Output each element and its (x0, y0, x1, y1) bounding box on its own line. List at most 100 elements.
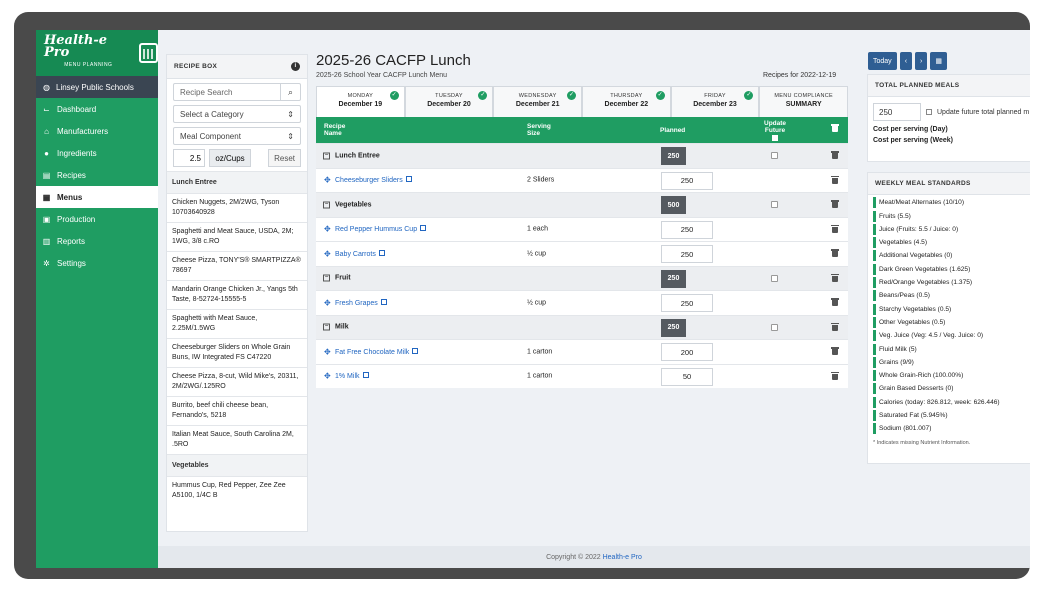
update-future-checkbox[interactable] (771, 274, 778, 282)
reset-button[interactable]: Reset (268, 149, 301, 167)
recipe-link[interactable]: Fresh Grapes (335, 298, 387, 307)
recipe-link[interactable]: 1% Milk (335, 372, 369, 380)
update-future-checkbox[interactable] (771, 152, 778, 159)
page-subtitle: 2025-26 School Year CACFP Lunch Menu (316, 72, 448, 79)
standard-item: Grains (9/9) (873, 356, 1030, 368)
recipe-list-item[interactable]: Italian Meat Sauce, South Carolina 2M, .… (167, 425, 307, 454)
recipe-search-input[interactable]: Recipe Search ⌕ (173, 83, 301, 101)
recipe-list-item[interactable]: Spaghetti and Meat Sauce, USDA, 2M; 1WG,… (167, 222, 307, 251)
planned-input[interactable]: 50 (661, 367, 713, 386)
tab-day-6[interactable]: MENU COMPLIANCE SUMMARY (759, 86, 849, 117)
recipe-link[interactable]: Baby Carrots (335, 249, 385, 258)
recipe-list-item[interactable]: Cheeseburger Sliders on Whole Grain Buns… (167, 338, 307, 367)
trash-icon[interactable] (831, 200, 839, 208)
recipe-list-item[interactable]: Cheese Pizza, 8-cut, Wild Mike's, 20311,… (167, 367, 307, 396)
recipe-link[interactable]: Cheeseburger Sliders (335, 176, 412, 184)
drag-handle-icon[interactable]: ✥ (324, 249, 331, 258)
recipe-link[interactable]: Red Pepper Hummus Cup (335, 225, 427, 233)
col-update-label: Update (764, 119, 787, 127)
trash-icon[interactable] (831, 249, 839, 257)
total-planned-input[interactable]: 250 (873, 103, 921, 121)
drag-handle-icon[interactable]: ✥ (324, 176, 331, 185)
sidebar-item-label: Ingredients (57, 148, 97, 158)
sidebar-item-menus[interactable]: ▦ Menus (36, 186, 158, 208)
recipe-list-item[interactable]: Burrito, beef chili cheese bean, Fernand… (167, 396, 307, 425)
today-button[interactable]: Today (868, 52, 897, 70)
standard-item: Beans/Peas (0.5) (873, 290, 1030, 302)
recipe-list-item[interactable]: Chicken Nuggets, 2M/2WG, Tyson 107036409… (167, 193, 307, 222)
trash-icon[interactable] (831, 347, 839, 355)
planned-input[interactable]: 250 (661, 171, 713, 190)
trash-icon[interactable] (831, 322, 839, 331)
collapse-icon[interactable]: − (323, 152, 330, 160)
amount-input[interactable]: 2.5 (173, 149, 205, 167)
trash-icon[interactable] (831, 273, 839, 282)
tab-day-1[interactable]: MONDAY December 19 ✓ (316, 86, 405, 117)
sidebar-item-dashboard[interactable]: ⌙ Dashboard (36, 98, 158, 120)
external-link-icon[interactable] (412, 347, 419, 354)
planned-input[interactable]: 200 (661, 343, 713, 361)
tab-day-2[interactable]: TUESDAY December 20 ✓ (404, 86, 494, 117)
organization-selector[interactable]: ◍ Linsey Public Schools (36, 76, 158, 98)
external-link-icon[interactable] (405, 176, 412, 183)
drag-handle-icon[interactable]: ✥ (324, 298, 331, 307)
calendar-button[interactable]: ▦ (930, 52, 947, 70)
serving-size: 1 each (527, 225, 549, 233)
trash-icon[interactable] (831, 371, 839, 380)
tab-day-4[interactable]: THURSDAY December 22 ✓ (582, 86, 671, 117)
recipe-list-item[interactable]: Cheese Pizza, TONY'S® SMARTPIZZA® 78697 (167, 251, 307, 280)
update-future-checkbox[interactable] (771, 323, 778, 331)
check-circle-icon: ✓ (655, 91, 665, 100)
planned-input[interactable]: 250 (661, 294, 713, 312)
standard-item: Veg. Juice (Veg: 4.5 / Veg. Juice: 0) (873, 330, 1030, 342)
app-logo[interactable]: Health-e Pro MENU PLANNING (36, 30, 158, 76)
trash-icon[interactable] (831, 298, 839, 306)
external-link-icon[interactable] (378, 249, 385, 256)
info-icon[interactable]: i (291, 62, 300, 71)
category-select[interactable]: Select a Category ⇕ (173, 105, 301, 123)
planned-input[interactable]: 250 (661, 220, 713, 239)
weekly-standards-title: WEEKLY MEAL STANDARDS (868, 173, 1030, 195)
next-week-button[interactable]: › (915, 52, 928, 70)
recipe-link[interactable]: Fat Free Chocolate Milk (335, 347, 419, 356)
sidebar-item-ingredients[interactable]: ● Ingredients (36, 142, 158, 164)
update-future-checkbox[interactable] (926, 109, 932, 115)
external-link-icon[interactable] (420, 225, 427, 232)
drag-handle-icon[interactable]: ✥ (324, 372, 331, 381)
trash-icon[interactable] (831, 175, 839, 184)
recipe-box-title: RECIPE BOX (174, 63, 218, 70)
recipe-list-item[interactable]: Hummus Cup, Red Pepper, Zee Zee A5100, 1… (167, 476, 307, 505)
sidebar-item-recipes[interactable]: ▤ Recipes (36, 164, 158, 186)
sidebar-item-settings[interactable]: ✲ Settings (36, 252, 158, 274)
prev-week-button[interactable]: ‹ (899, 52, 913, 70)
sidebar-item-reports[interactable]: ▥ Reports (36, 230, 158, 252)
planned-total-badge: 250 (661, 147, 686, 165)
standards-list: Meat/Meat Alternates (10/10) Fruits (5.5)… (868, 197, 1030, 435)
external-link-icon[interactable] (380, 298, 387, 305)
category-name: Lunch Entree (335, 152, 380, 160)
drag-handle-icon[interactable]: ✥ (324, 225, 331, 234)
update-future-checkbox[interactable] (771, 201, 778, 208)
collapse-icon[interactable]: − (323, 274, 330, 282)
meal-component-select[interactable]: Meal Component ⇕ (173, 127, 301, 145)
collapse-icon[interactable]: − (323, 323, 330, 331)
sidebar-item-production[interactable]: ▣ Production (36, 208, 158, 230)
external-link-icon[interactable] (362, 372, 369, 379)
update-all-checkbox[interactable] (772, 134, 779, 141)
collapse-icon[interactable]: − (323, 201, 330, 209)
table-row: ✥ Fat Free Chocolate Milk 1 carton 200 (316, 339, 848, 364)
sidebar-item-manufacturers[interactable]: ⌂ Manufacturers (36, 120, 158, 142)
recipe-list-item[interactable]: Mandarin Orange Chicken Jr., Yangs 5th T… (167, 280, 307, 309)
tab-day-5[interactable]: FRIDAY December 23 ✓ (670, 86, 760, 117)
standard-item: Juice (Fruits: 5.5 / Juice: 0) (873, 223, 1030, 235)
trash-icon[interactable] (831, 124, 839, 132)
drag-handle-icon[interactable]: ✥ (324, 347, 331, 356)
trash-icon[interactable] (831, 151, 839, 159)
trash-icon[interactable] (831, 224, 839, 233)
search-icon[interactable]: ⌕ (280, 84, 300, 100)
recipe-list-item[interactable]: Spaghetti with Meat Sauce, 2.25M/1.5WG (167, 309, 307, 338)
planned-input[interactable]: 250 (661, 245, 713, 263)
tab-day-3[interactable]: WEDNESDAY December 21 ✓ (493, 86, 583, 117)
footer-link[interactable]: Health-e Pro (603, 554, 642, 561)
logo-title: Health-e Pro (44, 33, 108, 60)
